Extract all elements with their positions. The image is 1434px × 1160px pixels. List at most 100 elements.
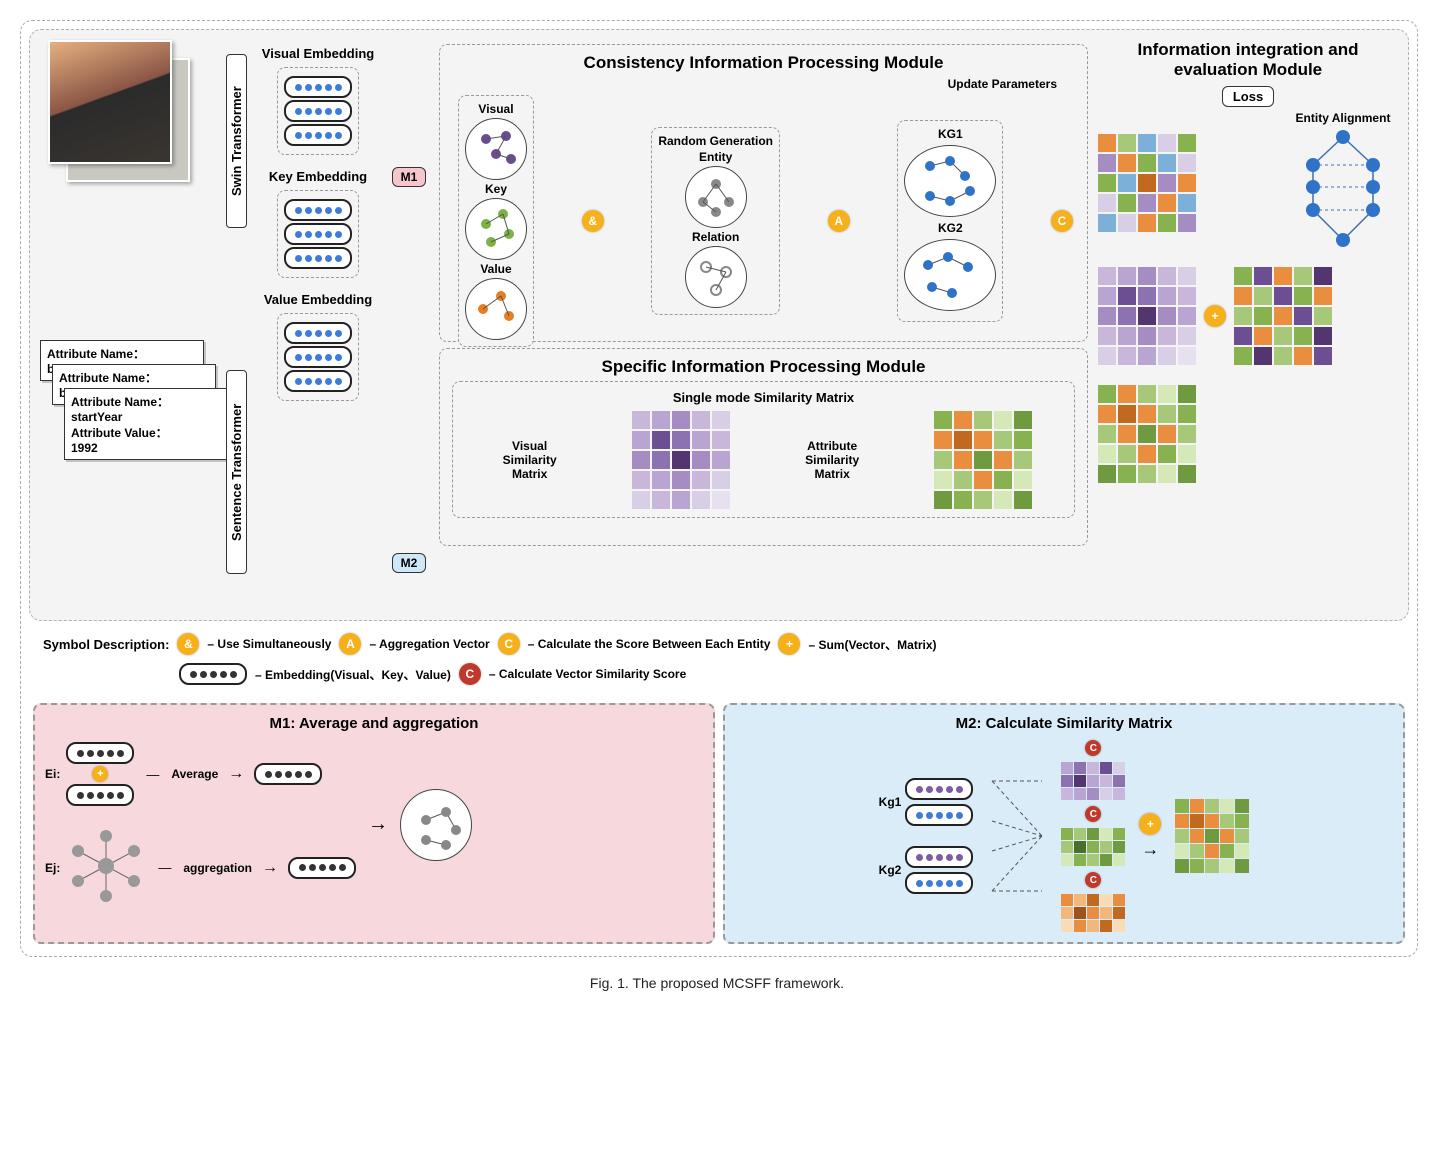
integration-title: Information integration and evaluation M… xyxy=(1098,40,1398,80)
swin-transformer-label: Swin Transformer xyxy=(226,54,247,228)
attr-sim-label: Attribute Similarity Matrix xyxy=(797,439,867,481)
plus-icon: + xyxy=(778,633,800,655)
visual-embedding-label: Visual Embedding xyxy=(262,46,374,61)
tag-column: M1 M2 xyxy=(389,40,429,610)
m2-matrix-1-icon xyxy=(1061,762,1125,800)
value-graph-icon xyxy=(465,278,527,340)
consistency-module: Consistency Information Processing Modul… xyxy=(439,44,1088,342)
aggregation-label: aggregation xyxy=(183,861,252,875)
legend-C: – Calculate the Score Between Each Entit… xyxy=(528,637,771,651)
outer-frame: Attribute Name： birthYear Attribute Name… xyxy=(20,20,1418,957)
m1-panel: M1: Average and aggregation Ei: + — Aver… xyxy=(33,703,715,944)
m2-matrix-2-icon xyxy=(1061,828,1125,866)
main-diagram: Attribute Name： birthYear Attribute Name… xyxy=(29,29,1409,621)
legend: Symbol Description: &– Use Simultaneousl… xyxy=(29,621,1409,699)
relation-label: Relation xyxy=(692,230,739,244)
m1-title: M1: Average and aggregation xyxy=(45,715,703,732)
ej-label: Ej: xyxy=(45,861,60,875)
embedding-capsule xyxy=(284,370,352,392)
result-matrix-2-icon xyxy=(1098,267,1196,365)
embedding-capsule xyxy=(905,804,973,826)
average-label: Average xyxy=(171,767,218,781)
entity-label: Entity xyxy=(699,150,732,164)
embedding-capsule xyxy=(284,100,352,122)
consistency-title: Consistency Information Processing Modul… xyxy=(448,53,1079,73)
visual-graph-label: Visual xyxy=(478,102,513,116)
attr-name-label: Attribute Name： xyxy=(59,371,157,385)
integration-column: Information integration and evaluation M… xyxy=(1098,40,1398,483)
m2-result-matrix-icon xyxy=(1175,799,1249,873)
embedding-capsule xyxy=(284,76,352,98)
random-gen-label: Random Generation xyxy=(658,134,773,148)
value-embedding-label: Value Embedding xyxy=(264,292,372,307)
update-params-label: Update Parameters xyxy=(948,77,1057,91)
entity-graph-icon xyxy=(685,166,747,228)
center-column: Consistency Information Processing Modul… xyxy=(435,40,1092,550)
loss-box: Loss xyxy=(1222,86,1274,107)
attr-value: 1992 xyxy=(71,441,98,455)
embedding-column: Visual Embedding Key Embedding Value Emb… xyxy=(253,40,383,405)
agg-icon: A xyxy=(339,633,361,655)
kg-box: KG1 KG2 xyxy=(897,120,1003,322)
attr-name-value: startYear xyxy=(71,410,122,424)
result-matrix-3-icon xyxy=(1234,267,1332,365)
ei-label: Ei: xyxy=(45,767,60,781)
single-mode-box: Single mode Similarity Matrix Visual Sim… xyxy=(452,381,1075,518)
and-icon: & xyxy=(177,633,199,655)
input-image-stack xyxy=(48,40,188,180)
attr-sim-matrix-icon xyxy=(934,411,1032,509)
legend-title: Symbol Description: xyxy=(43,637,169,652)
m2-panel: M2: Calculate Similarity Matrix Kg1 Kg2 xyxy=(723,703,1405,944)
embedding-capsule xyxy=(284,223,352,245)
m2-matrix-3-icon xyxy=(1061,894,1125,932)
m1-tag: M1 xyxy=(392,167,427,187)
legend-c-red: – Calculate Vector Similarity Score xyxy=(489,667,686,681)
aggregated-graph-icon xyxy=(400,789,472,861)
embedding-capsule xyxy=(905,872,973,894)
embedding-capsule xyxy=(284,124,352,146)
calc-red-icon: C xyxy=(1085,740,1101,756)
embedding-capsule xyxy=(284,199,352,221)
key-embedding-label: Key Embedding xyxy=(269,169,367,184)
m2-tag: M2 xyxy=(392,553,427,573)
attr-card-3: Attribute Name： startYear Attribute Valu… xyxy=(64,388,228,460)
visual-embed-box xyxy=(277,67,359,155)
result-matrix-4-icon xyxy=(1098,385,1398,483)
key-graph-label: Key xyxy=(485,182,507,196)
specific-module: Specific Information Processing Module S… xyxy=(439,348,1088,546)
key-graph-icon xyxy=(465,198,527,260)
embedding-capsule xyxy=(288,857,356,879)
embedding-capsule xyxy=(284,346,352,368)
visual-graph-icon xyxy=(465,118,527,180)
calc-red-icon: C xyxy=(459,663,481,685)
legend-A: – Aggregation Vector xyxy=(369,637,489,651)
embedding-capsule xyxy=(66,742,134,764)
embedding-capsule xyxy=(905,846,973,868)
value-graph-label: Value xyxy=(480,262,511,276)
visual-sim-label: Visual Similarity Matrix xyxy=(495,439,565,481)
calc-red-icon: C xyxy=(1085,872,1101,888)
embedding-capsule xyxy=(284,322,352,344)
lower-panels: M1: Average and aggregation Ei: + — Aver… xyxy=(29,699,1409,948)
attr-name-label: Attribute Name： xyxy=(71,395,169,409)
plus-badge: + xyxy=(1204,305,1226,327)
figure-caption: Fig. 1. The proposed MCSFF framework. xyxy=(20,975,1414,991)
cross-arrows-icon xyxy=(987,766,1047,906)
attr-name-label: Attribute Name： xyxy=(47,347,145,361)
entity-align-label: Entity Alignment xyxy=(1296,111,1391,125)
input-column: Attribute Name： birthYear Attribute Name… xyxy=(40,40,220,580)
single-mode-title: Single mode Similarity Matrix xyxy=(461,390,1066,405)
visual-sim-matrix-icon xyxy=(632,411,730,509)
photo-front xyxy=(48,40,172,164)
kg1-label: KG1 xyxy=(938,127,963,141)
calc-icon: C xyxy=(498,633,520,655)
m2-title: M2: Calculate Similarity Matrix xyxy=(735,715,1393,732)
entity-alignment-graph-icon xyxy=(1288,125,1398,255)
and-badge: & xyxy=(582,210,604,232)
calc-red-icon: C xyxy=(1085,806,1101,822)
calc-score-badge: C xyxy=(1051,210,1073,232)
key-embed-box xyxy=(277,190,359,278)
kg2-graph-icon xyxy=(904,239,996,311)
kg2-label: KG2 xyxy=(938,221,963,235)
embedding-capsule xyxy=(284,247,352,269)
